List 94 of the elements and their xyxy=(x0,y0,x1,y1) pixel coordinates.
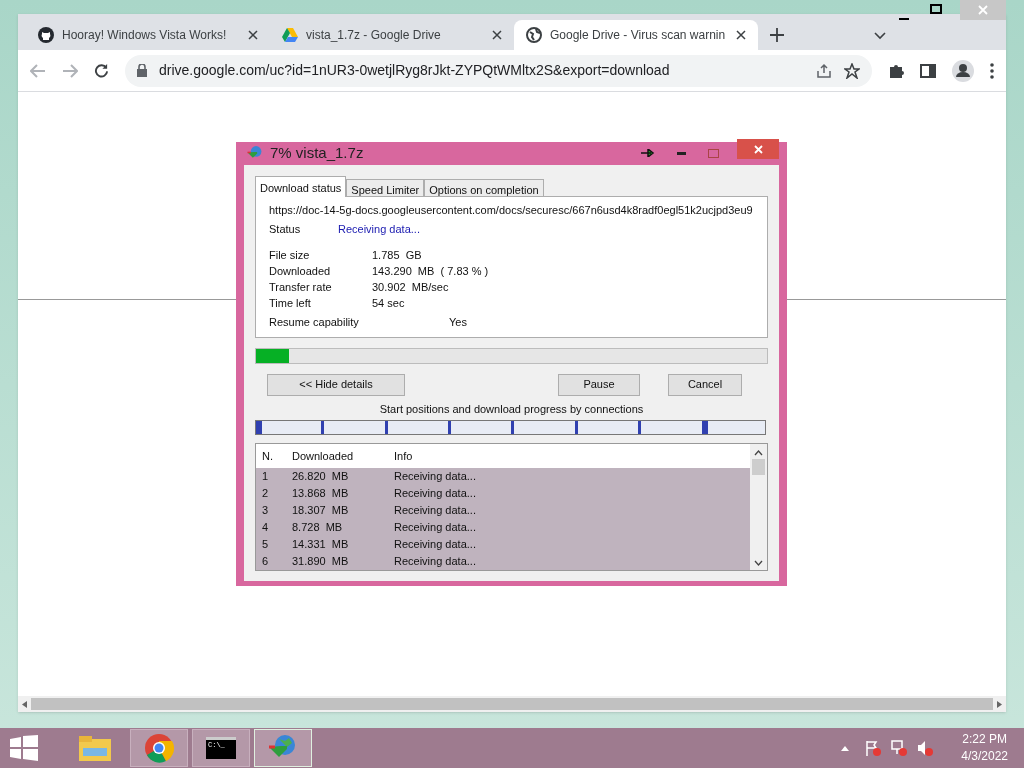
network-icon[interactable] xyxy=(891,740,908,756)
dialog-title: 7% vista_1.7z xyxy=(270,143,364,163)
table-cell-text: Receiving data... xyxy=(393,469,477,485)
vertical-scrollbar[interactable] xyxy=(750,444,767,570)
field-label: Time left xyxy=(269,295,312,309)
horizontal-scrollbar[interactable] xyxy=(18,696,1006,712)
field-label: Status xyxy=(269,222,302,237)
table-cell-text: 26.820 MB xyxy=(291,469,350,485)
scroll-left-icon[interactable] xyxy=(22,700,27,708)
column-header[interactable]: Info xyxy=(388,447,750,465)
address-bar[interactable]: drive.google.com/uc?id=1nUR3-0wetjlRyg8rJkt-ZYPQtWMltx2S&export=download xyxy=(125,54,872,87)
chevron-down-icon[interactable] xyxy=(874,32,886,40)
close-icon[interactable] xyxy=(736,30,746,40)
close-button[interactable] xyxy=(737,139,779,160)
taskbar-button[interactable] xyxy=(130,729,188,767)
close-icon[interactable] xyxy=(492,30,502,40)
table-cell-text: 1 xyxy=(261,469,270,485)
table-cell-text: 4 xyxy=(261,520,270,536)
field-value: 54 sec xyxy=(372,295,405,309)
tab-title: Google Drive - Virus scan warnin xyxy=(550,27,727,44)
table-row[interactable]: 1 26.820 MB Receiving data... xyxy=(256,468,750,485)
share-icon[interactable] xyxy=(816,62,832,79)
scroll-right-icon[interactable] xyxy=(997,700,1002,708)
column-header[interactable]: Downloaded xyxy=(286,447,388,465)
table-row[interactable]: 5 14.331 MB Receiving data... xyxy=(256,536,750,553)
triangle-logo-icon xyxy=(282,28,298,42)
caret-up-icon[interactable] xyxy=(841,745,850,751)
dialog-tab[interactable]: Speed Limiter xyxy=(346,178,425,196)
field-value: 143.290 MB ( 7.83 % ) xyxy=(372,263,489,277)
dialog-tab[interactable]: Download status xyxy=(255,175,347,197)
field-label: File size xyxy=(269,247,311,261)
browser-logo-icon xyxy=(144,733,174,763)
menu-icon[interactable] xyxy=(990,62,994,79)
browser-tab[interactable]: vista_1.7z - Google Drive xyxy=(270,20,514,50)
maximize-icon[interactable] xyxy=(930,4,942,14)
dialog-tab[interactable]: Options on completion xyxy=(424,178,544,196)
tab-title: vista_1.7z - Google Drive xyxy=(306,27,442,44)
pause-button[interactable]: Pause xyxy=(558,373,640,396)
side-panel-icon[interactable] xyxy=(920,63,936,78)
clock-date: 4/3/2022 xyxy=(961,748,1008,765)
browser-tab[interactable]: Google Drive - Virus scan warnin xyxy=(514,20,758,50)
table-cell-text: Receiving data... xyxy=(393,520,477,536)
table-cell-text: 3 xyxy=(261,503,270,519)
cancel-button[interactable]: Cancel xyxy=(668,373,742,396)
muted-speaker-icon[interactable] xyxy=(917,740,934,756)
table-cell-text: 2 xyxy=(261,486,270,502)
profile-icon[interactable] xyxy=(952,59,974,82)
connections-caption: Start positions and download progress by connections xyxy=(378,401,645,417)
status-value: Receiving data... xyxy=(338,222,420,237)
table-row[interactable]: 6 31.890 MB Receiving data... xyxy=(256,553,750,570)
plus-icon[interactable] xyxy=(770,28,784,42)
table-cell-text: 13.868 MB xyxy=(291,486,350,502)
arrow-icon[interactable] xyxy=(641,149,655,158)
clock-time: 2:22 PM xyxy=(962,731,1007,748)
field-label: Resume capability xyxy=(269,314,360,328)
column-header[interactable]: N. xyxy=(256,447,286,465)
table-cell-text: 8.728 MB xyxy=(291,520,344,536)
table-cell-text: Receiving data... xyxy=(393,554,477,570)
field-label: Downloaded xyxy=(269,263,332,277)
table-cell-text: 14.331 MB xyxy=(291,537,350,553)
table-cell-text: 5 xyxy=(261,537,270,553)
close-icon xyxy=(978,5,988,15)
hide-details-button[interactable]: << Hide details xyxy=(267,373,405,396)
close-icon xyxy=(753,144,763,154)
scroll-up-icon[interactable] xyxy=(754,450,763,456)
field-label: Transfer rate xyxy=(269,279,333,293)
windows-logo-icon[interactable] xyxy=(10,735,38,761)
cat-logo-icon xyxy=(38,27,54,43)
url-text: https://doc-14-5g-docs.googleusercontent.com/docs/securesc/667n6usd4k8radf0egl51k2ucjpd3eu9 xyxy=(269,202,754,218)
lock-icon[interactable] xyxy=(137,64,147,77)
puzzle-icon[interactable] xyxy=(888,62,904,79)
browser-tab[interactable]: Hooray! Windows Vista Works! xyxy=(26,20,270,50)
table-cell-text: Receiving data... xyxy=(393,503,477,519)
star-icon[interactable] xyxy=(844,62,860,79)
folder-icon xyxy=(78,734,112,762)
url-text: drive.google.com/uc?id=1nUR3-0wetjlRyg8rJkt-ZYPQtWMltx2S&export=download xyxy=(159,61,671,80)
globe-icon xyxy=(526,27,542,43)
table-row[interactable]: 3 18.307 MB Receiving data... xyxy=(256,502,750,519)
table-cell-text: 31.890 MB xyxy=(291,554,350,570)
table-cell-text: 6 xyxy=(261,554,270,570)
table-cell-text: 18.307 MB xyxy=(291,503,350,519)
table-row[interactable]: 2 13.868 MB Receiving data... xyxy=(256,485,750,502)
field-value: Yes xyxy=(449,314,467,328)
field-value: 1.785 GB xyxy=(372,247,422,261)
table-cell-text: Receiving data... xyxy=(393,486,477,502)
flag-icon[interactable] xyxy=(865,740,882,756)
table-row[interactable]: 4 8.728 MB Receiving data... xyxy=(256,519,750,536)
tab-title: Hooray! Windows Vista Works! xyxy=(62,27,228,44)
scroll-thumb[interactable] xyxy=(752,459,765,475)
close-icon[interactable] xyxy=(248,30,258,40)
table-cell-text: Receiving data... xyxy=(393,537,477,553)
field-value: 30.902 MB/sec xyxy=(372,279,449,293)
reload-icon[interactable] xyxy=(94,63,109,78)
scroll-down-icon[interactable] xyxy=(754,560,763,566)
